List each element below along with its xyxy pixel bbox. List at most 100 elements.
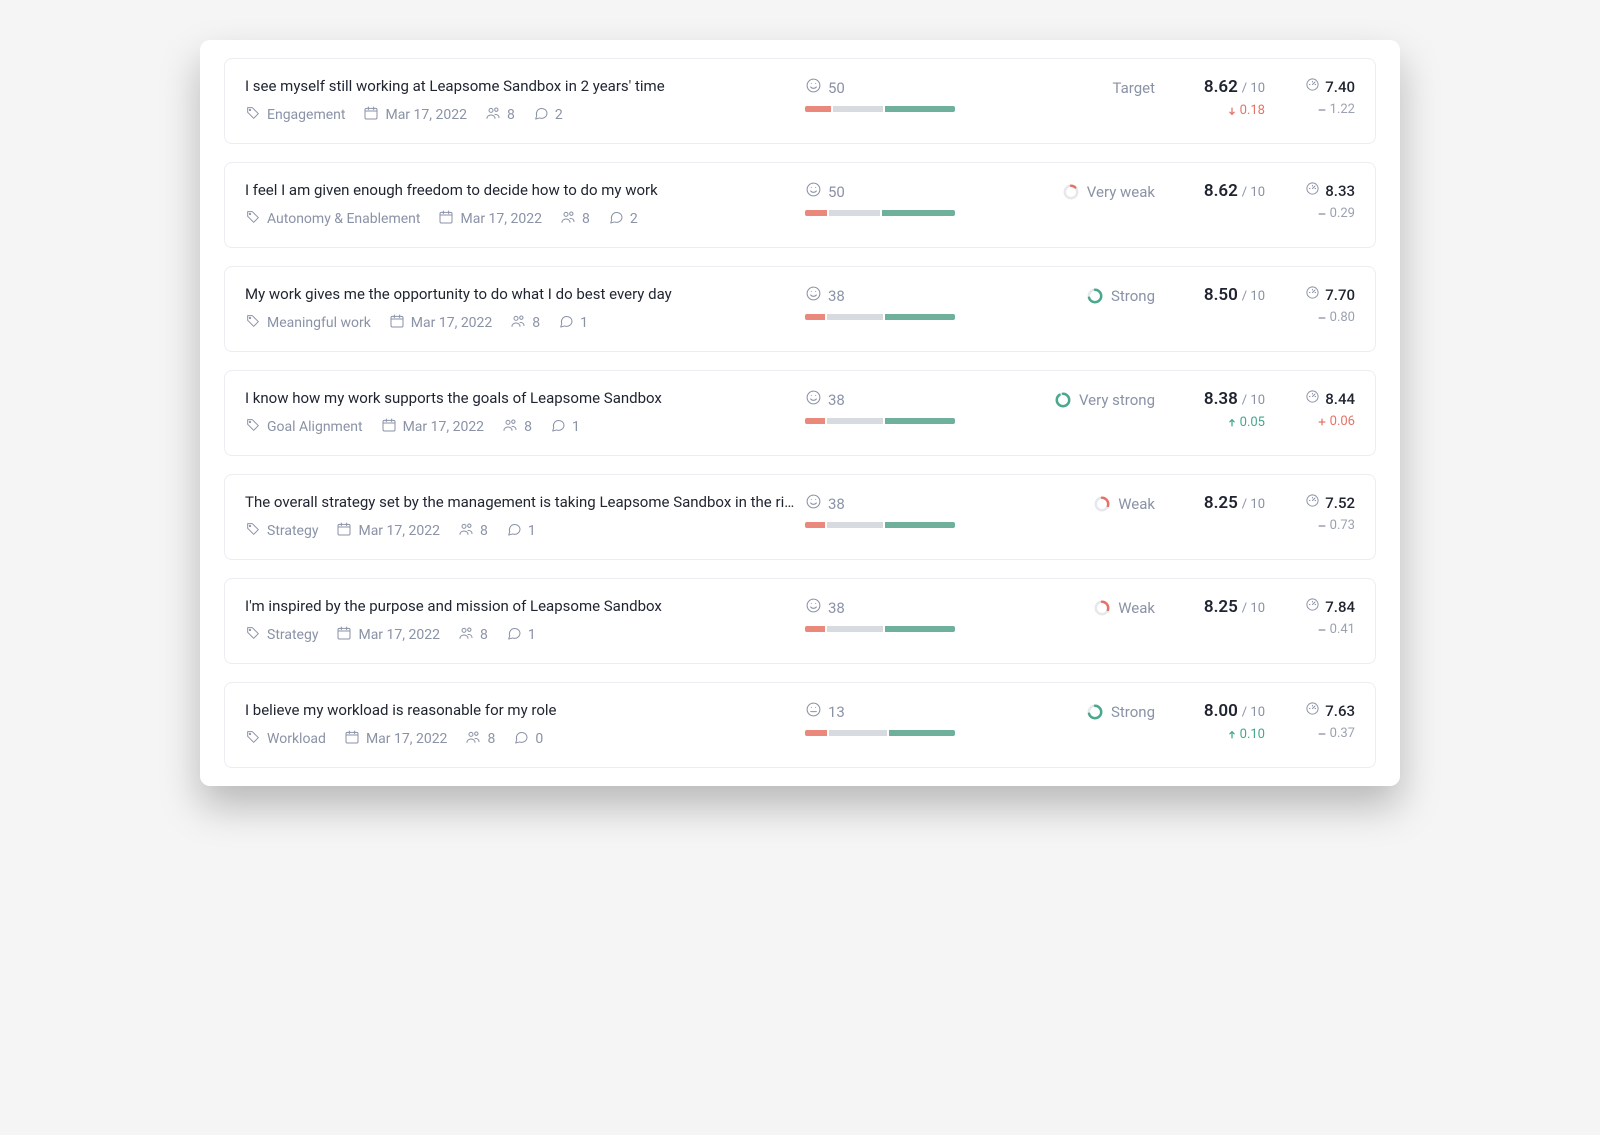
- survey-question-card[interactable]: My work gives me the opportunity to do w…: [224, 266, 1376, 352]
- question-title: I believe my workload is reasonable for …: [245, 701, 795, 719]
- delta-value: 0.05: [1240, 415, 1265, 430]
- calendar-icon: [438, 209, 454, 229]
- calendar-icon: [344, 729, 360, 749]
- score-max: / 10: [1242, 289, 1265, 304]
- sentiment-col: 50: [805, 77, 980, 112]
- question-meta: Goal Alignment Mar 17, 2022 8 1: [245, 417, 795, 437]
- strength-col: Strong: [990, 285, 1155, 305]
- survey-question-card[interactable]: I know how my work supports the goals of…: [224, 370, 1376, 456]
- sentiment-bar: [805, 210, 955, 216]
- comments: 1: [558, 313, 588, 333]
- tag-icon: [245, 417, 261, 437]
- strength-label: Strong: [1111, 287, 1155, 305]
- score-max: / 10: [1242, 705, 1265, 720]
- question-title: I know how my work supports the goals of…: [245, 389, 795, 407]
- sentiment-value: 13: [828, 703, 845, 721]
- survey-question-card[interactable]: I believe my workload is reasonable for …: [224, 682, 1376, 768]
- bench-value: 7.84: [1325, 598, 1355, 616]
- bench-value: 7.40: [1325, 78, 1355, 96]
- gauge-icon: [1305, 701, 1320, 720]
- sentiment-col: 13: [805, 701, 980, 736]
- sentiment-value: 50: [828, 183, 845, 201]
- smile-icon: [805, 389, 822, 410]
- date: Mar 17, 2022: [389, 313, 493, 333]
- score-max: / 10: [1242, 393, 1265, 408]
- sentiment-value: 38: [828, 287, 845, 305]
- strength-col: Very weak: [990, 181, 1155, 201]
- calendar-icon: [336, 625, 352, 645]
- score-col: 8.00 / 10 0.10: [1165, 701, 1265, 744]
- bench-value: 8.33: [1325, 182, 1355, 200]
- benchmark-col: 8.44 0.06: [1275, 389, 1355, 431]
- strength-label: Target: [1112, 79, 1155, 97]
- delta: 0.10: [1165, 727, 1265, 742]
- category: Meaningful work: [245, 313, 371, 333]
- strength-col: Target: [990, 77, 1155, 97]
- people-icon: [485, 105, 501, 125]
- card-main: My work gives me the opportunity to do w…: [245, 285, 795, 333]
- card-main: I know how my work supports the goals of…: [245, 389, 795, 437]
- tag-icon: [245, 729, 261, 749]
- strength-label: Weak: [1118, 599, 1155, 617]
- participants: 8: [510, 313, 540, 333]
- calendar-icon: [363, 105, 379, 125]
- delta: 0.05: [1165, 415, 1265, 430]
- score-col: 8.62 / 10 0.18: [1165, 77, 1265, 120]
- comments: 0: [513, 729, 543, 749]
- category: Goal Alignment: [245, 417, 363, 437]
- question-title: I'm inspired by the purpose and mission …: [245, 597, 795, 615]
- delta: 0.29: [1275, 206, 1355, 221]
- card-main: I'm inspired by the purpose and mission …: [245, 597, 795, 645]
- people-icon: [458, 521, 474, 541]
- benchmark-col: 7.40 1.22: [1275, 77, 1355, 119]
- delta-value: 0.06: [1330, 414, 1355, 429]
- benchmark-col: 7.52 0.73: [1275, 493, 1355, 535]
- delta-value: 0.29: [1330, 206, 1355, 221]
- date: Mar 17, 2022: [336, 521, 440, 541]
- score-value: 8.62: [1204, 77, 1238, 97]
- question-meta: Engagement Mar 17, 2022 8 2: [245, 105, 795, 125]
- question-title: I see myself still working at Leapsome S…: [245, 77, 795, 95]
- strength-col: Strong: [990, 701, 1155, 721]
- comment-icon: [533, 105, 549, 125]
- bench-value: 8.44: [1325, 390, 1355, 408]
- survey-question-card[interactable]: I feel I am given enough freedom to deci…: [224, 162, 1376, 248]
- comments: 1: [506, 521, 536, 541]
- delta-value: 1.22: [1330, 102, 1355, 117]
- delta: 1.22: [1275, 102, 1355, 117]
- tag-icon: [245, 313, 261, 333]
- survey-question-card[interactable]: The overall strategy set by the manageme…: [224, 474, 1376, 560]
- delta-value: 0.10: [1240, 727, 1265, 742]
- score-value: 8.62: [1204, 181, 1238, 201]
- score-value: 8.25: [1204, 597, 1238, 617]
- category: Engagement: [245, 105, 345, 125]
- date: Mar 17, 2022: [381, 417, 485, 437]
- survey-question-card[interactable]: I'm inspired by the purpose and mission …: [224, 578, 1376, 664]
- sentiment-bar: [805, 626, 955, 632]
- score-max: / 10: [1242, 81, 1265, 96]
- card-main: The overall strategy set by the manageme…: [245, 493, 795, 541]
- survey-question-card[interactable]: I see myself still working at Leapsome S…: [224, 58, 1376, 144]
- people-icon: [465, 729, 481, 749]
- smile-icon: [805, 493, 822, 514]
- delta-value: 0.41: [1330, 622, 1355, 637]
- smile-icon: [805, 77, 822, 98]
- sentiment-col: 38: [805, 389, 980, 424]
- score-value: 8.00: [1204, 701, 1238, 721]
- participants: 8: [458, 521, 488, 541]
- sentiment-bar: [805, 106, 955, 112]
- category: Strategy: [245, 521, 318, 541]
- strength-col: Weak: [990, 597, 1155, 617]
- comment-icon: [550, 417, 566, 437]
- question-meta: Autonomy & Enablement Mar 17, 2022 8 2: [245, 209, 795, 229]
- people-icon: [502, 417, 518, 437]
- strength-label: Weak: [1118, 495, 1155, 513]
- question-meta: Meaningful work Mar 17, 2022 8 1: [245, 313, 795, 333]
- comments: 2: [608, 209, 638, 229]
- gauge-icon: [1305, 493, 1320, 512]
- smile-icon: [805, 285, 822, 306]
- date: Mar 17, 2022: [438, 209, 542, 229]
- category: Workload: [245, 729, 326, 749]
- calendar-icon: [389, 313, 405, 333]
- calendar-icon: [336, 521, 352, 541]
